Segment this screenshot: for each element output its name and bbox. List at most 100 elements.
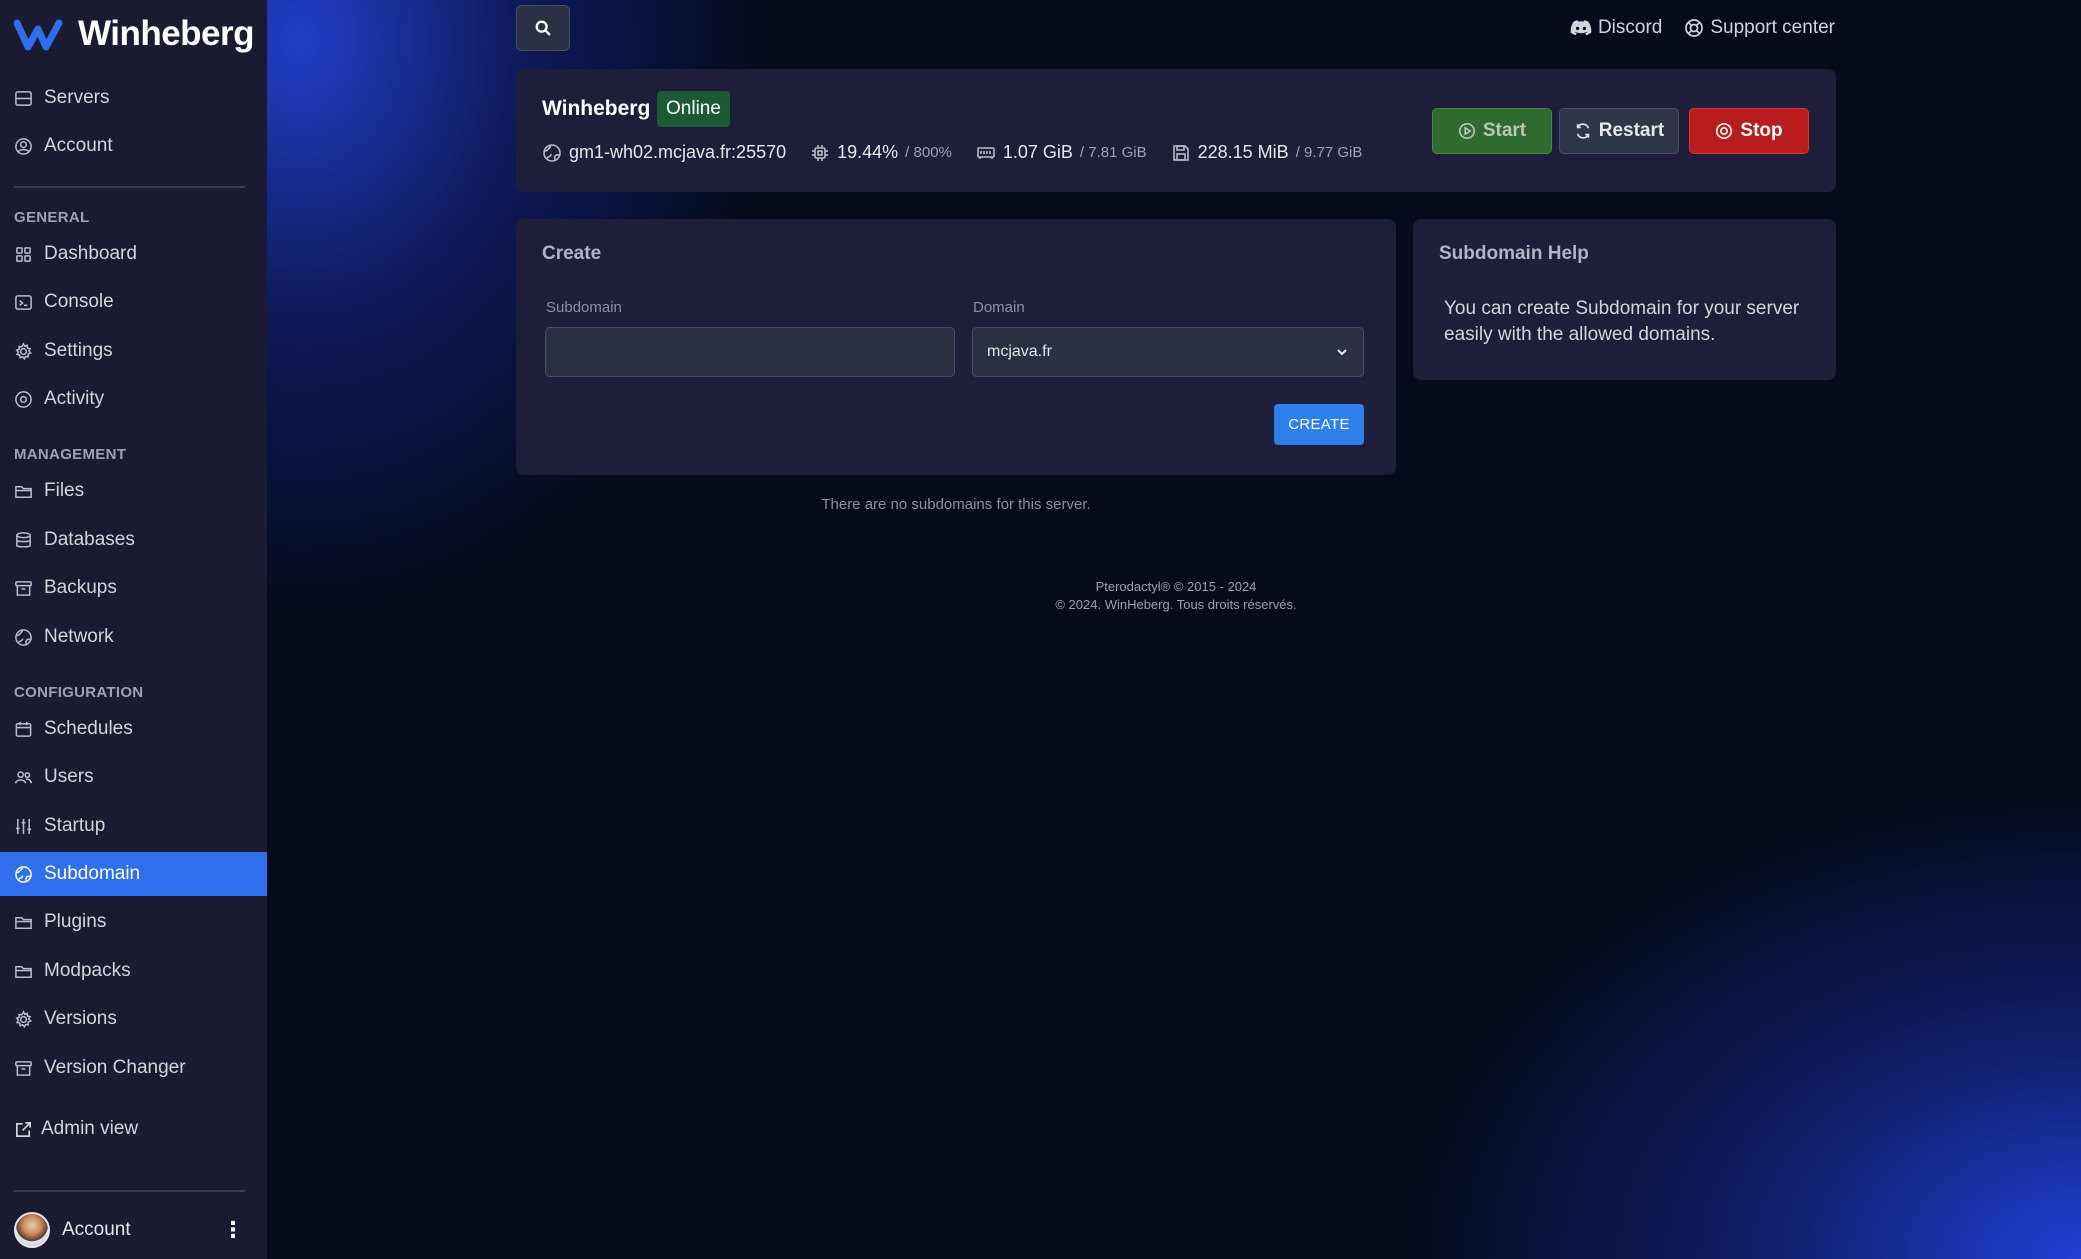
sidebar-item-databases[interactable]: Databases xyxy=(0,518,267,562)
eye-icon xyxy=(15,390,32,408)
brand-logo[interactable]: Winheberg xyxy=(14,14,255,54)
users-icon xyxy=(14,770,33,783)
section-label-general: GENERAL xyxy=(14,209,90,226)
sidebar-item-activity[interactable]: Activity xyxy=(0,377,267,421)
empty-state-message: There are no subdomains for this server. xyxy=(821,496,1091,513)
sidebar-item-label: Servers xyxy=(44,87,110,108)
sidebar-item-label: Schedules xyxy=(44,718,133,739)
folder-icon xyxy=(15,916,32,929)
sidebar-item-admin-view[interactable]: Admin view xyxy=(0,1107,267,1151)
sidebar-item-label: Subdomain xyxy=(44,863,141,884)
server-icon xyxy=(15,90,32,106)
support-label: Support center xyxy=(1710,17,1835,38)
sidebar-item-account[interactable]: Account xyxy=(0,124,267,168)
sidebar-item-schedules[interactable]: Schedules xyxy=(0,707,267,751)
stop-button[interactable]: Stop xyxy=(1689,108,1809,154)
cpu-limit: / 800% xyxy=(905,144,952,161)
cpu-stat: 19.44% / 800% xyxy=(810,142,952,163)
folder-icon xyxy=(15,965,32,978)
save-disk-icon xyxy=(1172,144,1189,161)
sidebar-item-modpacks[interactable]: Modpacks xyxy=(0,949,267,993)
help-title: Subdomain Help xyxy=(1439,243,1589,264)
top-links: Discord Support center xyxy=(1570,17,1835,39)
folder-icon xyxy=(15,485,32,498)
create-button[interactable]: CREATE xyxy=(1274,404,1364,445)
restart-button[interactable]: Restart xyxy=(1559,108,1679,154)
sidebar-item-label: Console xyxy=(44,291,114,312)
subdomain-input[interactable] xyxy=(545,327,955,377)
sidebar-item-label: Users xyxy=(44,766,94,787)
calendar-icon xyxy=(15,721,32,737)
sidebar-item-label: Startup xyxy=(44,815,106,836)
domain-label: Domain xyxy=(973,299,1025,316)
address-value: gm1-wh02.mcjava.fr:25570 xyxy=(569,142,787,162)
server-status-panel: Winheberg Online gm1-wh02.mcjava.fr:2557… xyxy=(516,69,1836,192)
disk-value: 228.15 MiB xyxy=(1197,142,1289,162)
globe-icon xyxy=(15,628,32,646)
start-button[interactable]: Start xyxy=(1432,108,1552,154)
disk-stat: 228.15 MiB / 9.77 GiB xyxy=(1171,142,1363,163)
stop-circle-icon xyxy=(1716,122,1733,140)
cpu-value: 19.44% xyxy=(837,142,899,162)
footer-line-2: © 2024. WinHeberg. Tous droits réservés. xyxy=(1055,597,1297,612)
sidebar-item-label: Account xyxy=(44,135,113,156)
sidebar-item-label: Modpacks xyxy=(44,960,131,981)
account-menu[interactable]: Account ⋮ xyxy=(14,1212,244,1248)
sidebar-item-label: Databases xyxy=(44,529,135,550)
sidebar-item-settings[interactable]: Settings xyxy=(0,329,267,373)
sidebar-item-dashboard[interactable]: Dashboard xyxy=(0,232,267,276)
footer-line-1: Pterodactyl® © 2015 - 2024 xyxy=(1095,579,1257,594)
database-icon xyxy=(16,531,31,548)
play-circle-icon xyxy=(1458,122,1475,140)
external-link-icon xyxy=(15,1121,32,1137)
sidebar-item-users[interactable]: Users xyxy=(0,755,267,799)
section-label-configuration: CONFIGURATION xyxy=(14,684,144,701)
sidebar-item-label: Network xyxy=(44,626,114,647)
domain-selected-value: mcjava.fr xyxy=(987,343,1052,360)
sidebar-item-servers[interactable]: Servers xyxy=(0,76,267,120)
memory-limit: / 7.81 GiB xyxy=(1079,144,1147,161)
refresh-icon xyxy=(1576,123,1589,139)
sidebar-item-label: Version Changer xyxy=(44,1057,186,1078)
search-button[interactable] xyxy=(516,5,570,51)
sidebar-item-label: Backups xyxy=(44,577,117,598)
sidebar-item-version-changer[interactable]: Version Changer xyxy=(0,1046,267,1090)
sidebar-item-subdomain[interactable]: Subdomain xyxy=(0,852,267,896)
discord-label: Discord xyxy=(1597,17,1663,38)
discord-icon xyxy=(1570,20,1592,36)
avatar xyxy=(14,1212,50,1248)
server-address: gm1-wh02.mcjava.fr:25570 xyxy=(542,142,786,163)
memory-value: 1.07 GiB xyxy=(1002,142,1073,162)
stop-label: Stop xyxy=(1740,120,1783,141)
sidebar-item-versions[interactable]: Versions xyxy=(0,997,267,1041)
sidebar-item-label: Settings xyxy=(44,340,113,361)
winheberg-logo-icon xyxy=(14,19,63,51)
memory-icon xyxy=(977,146,995,159)
sidebar-item-label: Versions xyxy=(44,1008,117,1029)
lifebuoy-icon xyxy=(1685,19,1704,37)
server-stats: gm1-wh02.mcjava.fr:25570 19.44% / 800% 1… xyxy=(542,142,1362,163)
more-vertical-icon[interactable]: ⋮ xyxy=(222,1217,244,1243)
section-label-management: MANAGEMENT xyxy=(14,446,127,463)
brand-name: Winheberg xyxy=(78,14,255,53)
gear-icon xyxy=(15,1009,32,1028)
globe-icon xyxy=(543,143,561,162)
sidebar-item-label: Dashboard xyxy=(44,243,137,264)
disk-limit: / 9.77 GiB xyxy=(1295,144,1363,161)
discord-link[interactable]: Discord xyxy=(1570,17,1662,39)
sidebar-item-label: Admin view xyxy=(41,1118,139,1139)
account-label: Account xyxy=(62,1219,131,1240)
terminal-icon xyxy=(15,294,32,310)
sidebar-item-console[interactable]: Console xyxy=(0,280,267,324)
sidebar-item-backups[interactable]: Backups xyxy=(0,566,267,610)
domain-select[interactable]: mcjava.fr xyxy=(972,327,1364,377)
create-title: Create xyxy=(542,243,602,264)
support-center-link[interactable]: Support center xyxy=(1684,17,1835,39)
sidebar-item-startup[interactable]: Startup xyxy=(0,804,267,848)
sidebar-item-label: Activity xyxy=(44,388,105,409)
sidebar-item-network[interactable]: Network xyxy=(0,615,267,659)
sidebar-item-files[interactable]: Files xyxy=(0,469,267,513)
sliders-icon xyxy=(15,818,32,834)
sidebar-item-plugins[interactable]: Plugins xyxy=(0,900,267,944)
page-footer: Pterodactyl® © 2015 - 2024 © 2024. WinHe… xyxy=(516,578,1836,614)
